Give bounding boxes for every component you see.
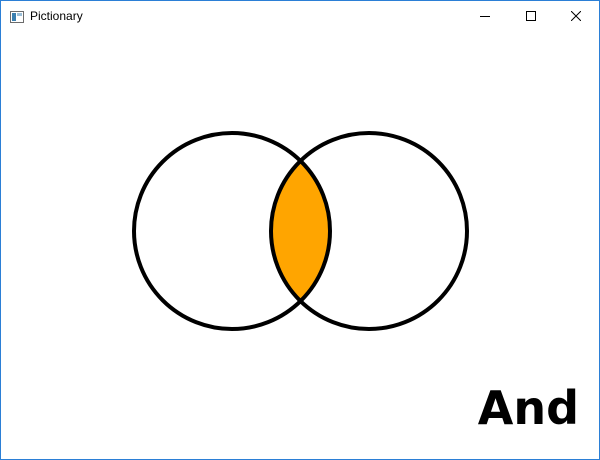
- maximize-button[interactable]: [508, 1, 554, 32]
- app-window: Pictionary And: [0, 0, 600, 460]
- caption-label: And: [477, 381, 579, 435]
- window-title: Pictionary: [30, 9, 83, 23]
- app-window-icon: [10, 10, 24, 23]
- minimize-button[interactable]: [462, 1, 508, 32]
- title-bar[interactable]: Pictionary: [1, 1, 599, 32]
- minimize-icon: [480, 8, 490, 26]
- maximize-icon: [526, 8, 536, 26]
- close-button[interactable]: [553, 1, 599, 32]
- close-icon: [570, 8, 582, 26]
- drawing-canvas: And: [1, 32, 599, 459]
